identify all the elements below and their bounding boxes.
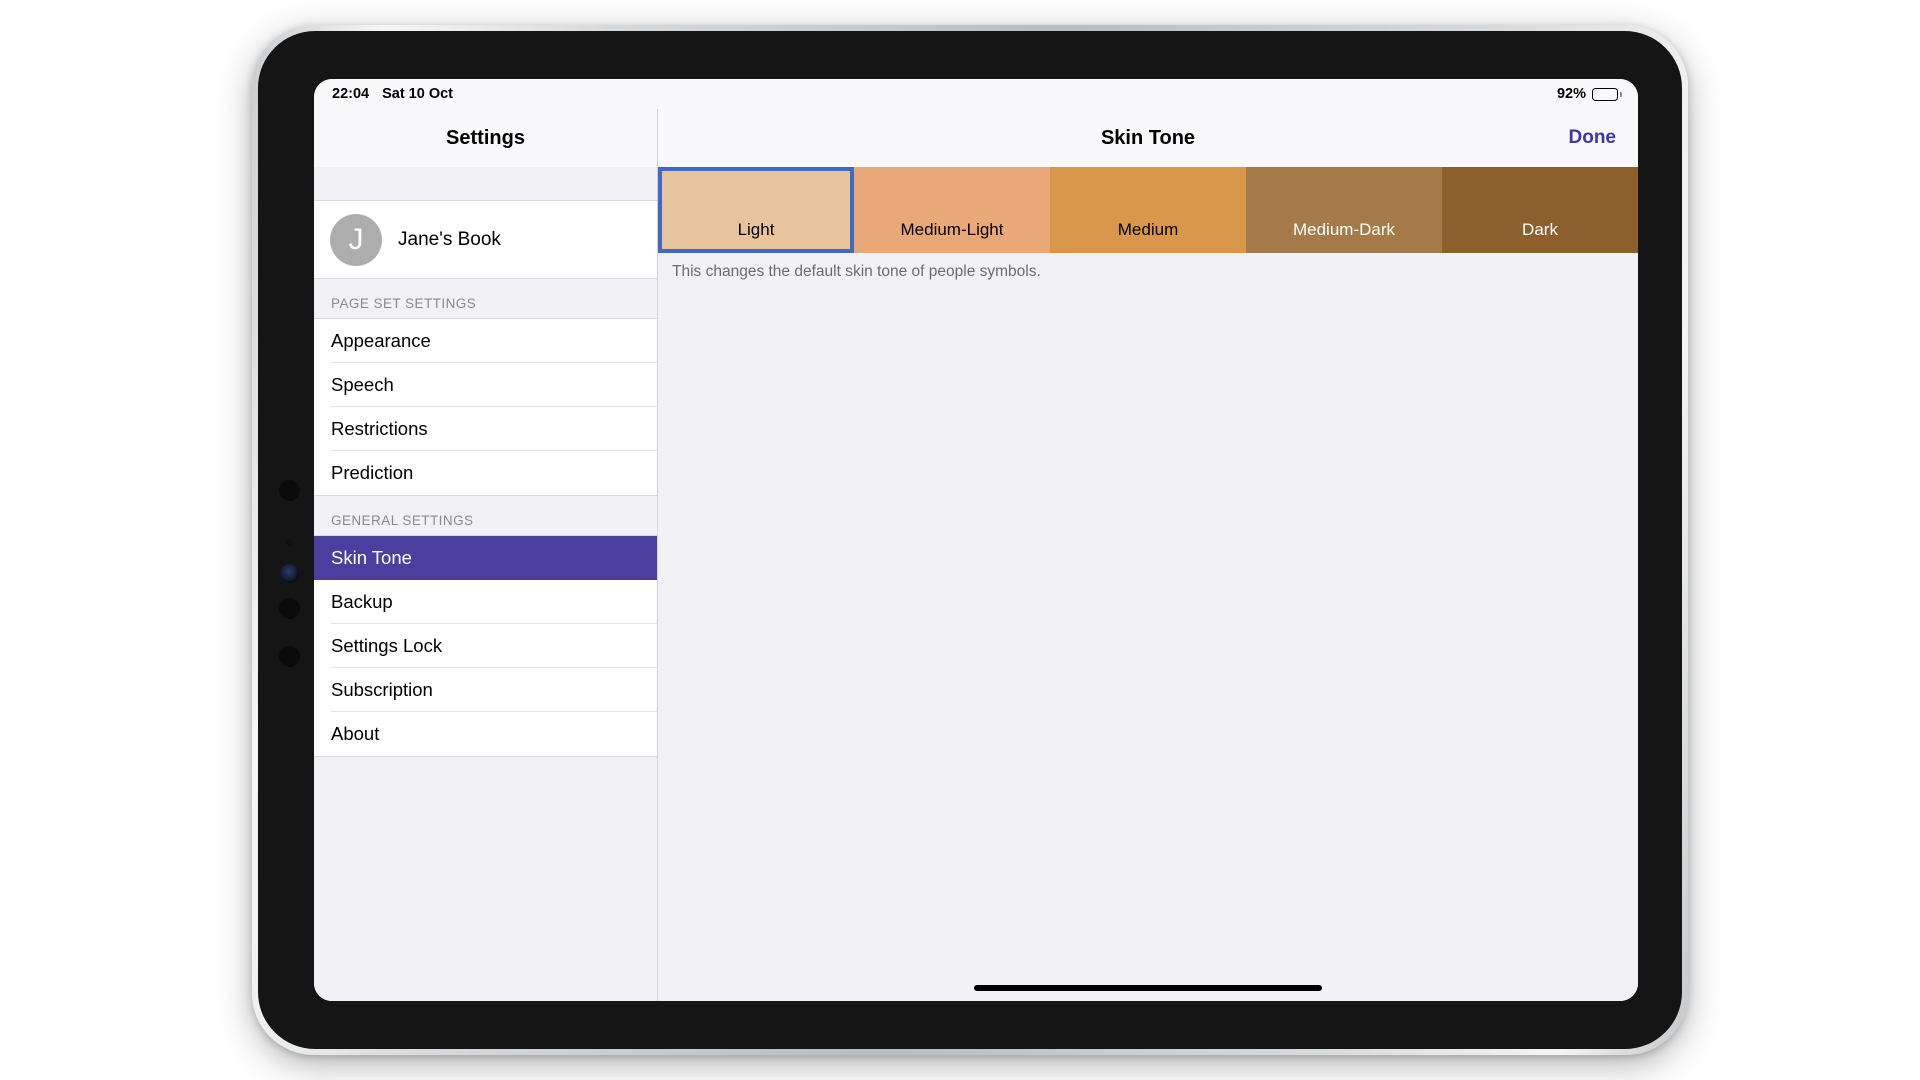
skin-tone-option-medium-light[interactable]: Medium-Light (854, 167, 1050, 253)
sidebar-item-subscription[interactable]: Subscription (314, 668, 657, 712)
battery-percent-label: 92% (1556, 86, 1586, 102)
settings-sidebar: Settings J Jane's Book PAGE SET SETTINGS… (314, 109, 658, 1001)
sidebar-sections: PAGE SET SETTINGS Appearance Speech Restric… (314, 279, 657, 757)
sidebar-item-settings-lock[interactable]: Settings Lock (314, 624, 657, 668)
speaker-hole-icon (279, 646, 300, 667)
detail-pane: Skin Tone Done Light Medium-Light Medium Me… (658, 109, 1638, 1001)
sidebar-item-restrictions[interactable]: Restrictions (314, 407, 657, 451)
screenshot-stage: 22:04 Sat 10 Oct 92% Settings J Jane's B… (0, 0, 1920, 1080)
device-bezel: 22:04 Sat 10 Oct 92% Settings J Jane's B… (258, 31, 1682, 1049)
page-title: Skin Tone (1100, 126, 1196, 149)
battery-icon (1592, 87, 1622, 101)
sidebar-top-spacer (314, 167, 657, 201)
account-name: Jane's Book (398, 228, 501, 250)
status-bar-left: 22:04 Sat 10 Oct (332, 86, 453, 102)
sidebar-item-skin-tone[interactable]: Skin Tone (314, 536, 657, 580)
sidebar-section-header: PAGE SET SETTINGS (314, 279, 657, 319)
ipad-device-frame: 22:04 Sat 10 Oct 92% Settings J Jane's B… (252, 25, 1688, 1055)
avatar: J (330, 213, 382, 266)
skin-tone-footnote: This changes the default skin tone of pe… (658, 253, 1638, 281)
skin-tone-option-medium-dark[interactable]: Medium-Dark (1246, 167, 1442, 253)
sidebar-item-speech[interactable]: Speech (314, 363, 657, 407)
sidebar-content[interactable]: J Jane's Book PAGE SET SETTINGS Appearanc… (314, 167, 657, 1001)
status-date: Sat 10 Oct (382, 86, 454, 102)
sidebar-section-header: GENERAL SETTINGS (314, 496, 657, 536)
detail-navigation-bar: Skin Tone Done (658, 109, 1638, 167)
battery-nub (1620, 91, 1622, 97)
status-bar: 22:04 Sat 10 Oct 92% (314, 79, 1638, 109)
speaker-hole-icon (279, 480, 300, 501)
done-button[interactable]: Done (1569, 127, 1617, 149)
front-camera-icon (280, 564, 299, 583)
sidebar-title: Settings (446, 126, 525, 149)
sidebar-item-about[interactable]: About (314, 712, 657, 756)
skin-tone-option-medium[interactable]: Medium (1050, 167, 1246, 253)
status-time: 22:04 (332, 86, 370, 102)
sidebar-menu-list: Appearance Speech Restrictions Prediction (314, 319, 657, 496)
skin-tone-option-dark[interactable]: Dark (1442, 167, 1638, 253)
split-view: Settings J Jane's Book PAGE SET SETTINGS… (314, 109, 1638, 1001)
skin-tone-selector[interactable]: Light Medium-Light Medium Medium-Dark Dark (658, 167, 1638, 253)
ambient-sensor-icon (286, 539, 293, 546)
detail-empty-area (658, 281, 1638, 975)
home-indicator[interactable] (974, 985, 1322, 991)
speaker-hole-icon (279, 598, 300, 619)
home-indicator-area (658, 975, 1638, 1001)
skin-tone-option-light[interactable]: Light (658, 167, 854, 253)
status-bar-right: 92% (1557, 86, 1622, 102)
account-row[interactable]: J Jane's Book (314, 201, 657, 279)
device-screen: 22:04 Sat 10 Oct 92% Settings J Jane's B… (314, 79, 1638, 1001)
sidebar-item-appearance[interactable]: Appearance (314, 319, 657, 363)
sidebar-menu-list: Skin Tone Backup Settings Lock Subscription… (314, 536, 657, 757)
sidebar-item-prediction[interactable]: Prediction (314, 451, 657, 495)
sidebar-navigation-bar: Settings (314, 109, 657, 167)
sidebar-item-backup[interactable]: Backup (314, 580, 657, 624)
battery-shell (1592, 87, 1618, 101)
